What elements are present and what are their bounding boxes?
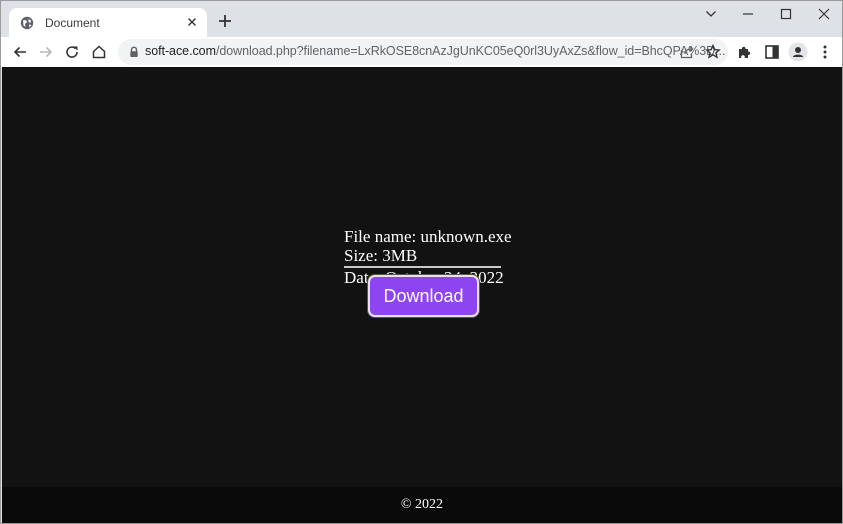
- plus-icon[interactable]: [216, 12, 234, 30]
- back-icon[interactable]: [9, 41, 31, 63]
- copyright-text: © 2022: [400, 497, 444, 512]
- menu-kebab-icon[interactable]: [814, 41, 836, 63]
- url-path: /download.php?filename=LxRkOSE8cnAzJgUnK…: [215, 44, 726, 58]
- side-panel-icon[interactable]: [761, 41, 783, 63]
- file-size-text: Size: 3MB: [344, 246, 418, 265]
- footer: © 2022: [2, 487, 842, 523]
- file-name-text: File name: unknown.exe: [344, 227, 512, 246]
- profile-avatar-icon[interactable]: [787, 41, 809, 63]
- download-button[interactable]: Download: [368, 275, 479, 317]
- browser-toolbar: soft-ace.com/download.php?filename=LxRkO…: [1, 37, 842, 67]
- forward-icon[interactable]: [35, 41, 57, 63]
- browser-window: Document soft-ace.com/download.php?filen…: [0, 0, 843, 524]
- extensions-puzzle-icon[interactable]: [734, 41, 756, 63]
- lock-icon[interactable]: [128, 46, 140, 58]
- url-host: soft-ace.com: [145, 44, 216, 58]
- address-bar[interactable]: soft-ace.com/download.php?filename=LxRkO…: [118, 39, 728, 65]
- home-icon[interactable]: [88, 41, 110, 63]
- tab-document[interactable]: Document: [9, 8, 207, 37]
- maximize-icon[interactable]: [773, 5, 799, 23]
- tab-search-chevron-icon[interactable]: [698, 5, 724, 23]
- url-text[interactable]: soft-ace.com/download.php?filename=LxRkO…: [145, 44, 725, 58]
- minimize-icon[interactable]: [735, 5, 761, 23]
- page-content: File name: unknown.exe Size: 3MB Date: O…: [2, 67, 842, 523]
- share-icon[interactable]: [678, 43, 696, 61]
- close-icon[interactable]: [811, 5, 837, 23]
- bookmark-star-icon[interactable]: [704, 43, 722, 61]
- tab-title: Document: [45, 15, 100, 30]
- tab-strip: Document: [1, 1, 842, 37]
- globe-icon: [20, 16, 34, 30]
- reload-icon[interactable]: [61, 41, 83, 63]
- close-icon[interactable]: [184, 14, 200, 30]
